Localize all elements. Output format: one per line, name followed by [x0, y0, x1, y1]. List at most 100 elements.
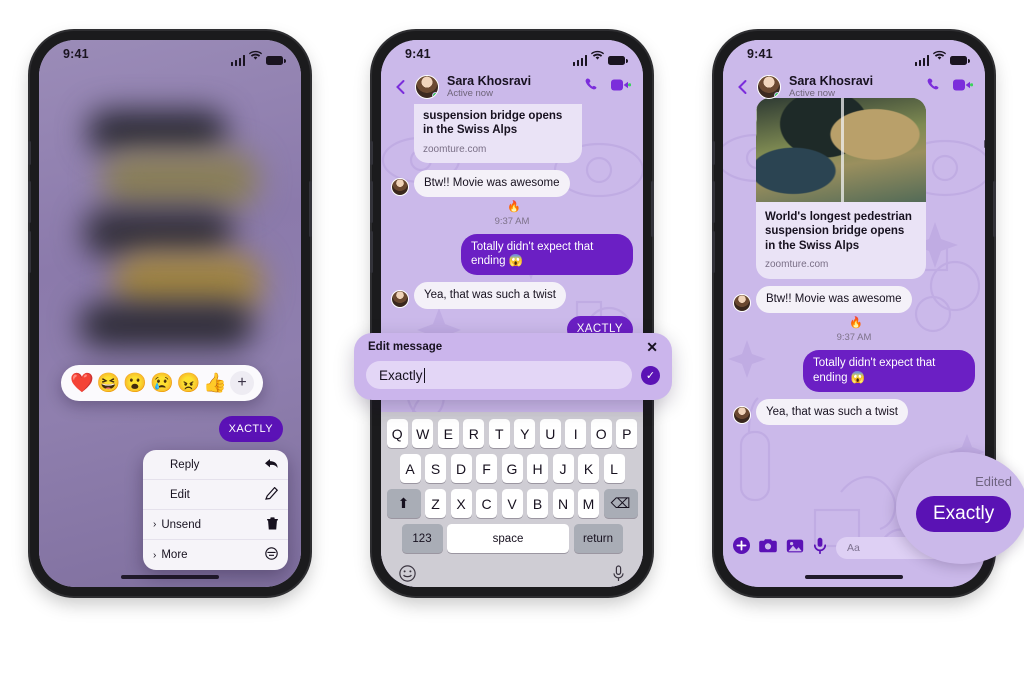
- emoji-face-icon[interactable]: [399, 565, 416, 586]
- key-K[interactable]: K: [578, 454, 599, 483]
- key-Z[interactable]: Z: [425, 489, 446, 518]
- message-row-link-preview[interactable]: suspension bridge opens in the Swiss Alp…: [391, 104, 633, 163]
- crying-emoji[interactable]: 😢: [150, 374, 174, 393]
- phone2-mute-switch[interactable]: [370, 141, 373, 165]
- phone2-volume-up[interactable]: [370, 181, 373, 223]
- edit-message-input[interactable]: Exactly: [366, 361, 632, 389]
- key-P[interactable]: P: [616, 419, 638, 448]
- microphone-icon[interactable]: [612, 565, 625, 586]
- text-caret: [423, 367, 426, 383]
- edit-message-dialog[interactable]: Edit message ✕ Exactly ✓: [354, 333, 672, 400]
- pencil-icon: [264, 486, 279, 503]
- edited-message-bubble[interactable]: Exactly: [916, 496, 1012, 532]
- message-context-menu[interactable]: Reply Edit › Unsend › More: [143, 450, 288, 570]
- phone2-power-button[interactable]: [651, 181, 654, 237]
- message-reaction[interactable]: 🔥: [391, 200, 633, 213]
- numbers-key[interactable]: 123: [401, 524, 443, 553]
- phone3-home-indicator[interactable]: [805, 575, 903, 579]
- phone-icon[interactable]: [584, 77, 600, 98]
- phone1-home-indicator[interactable]: [121, 575, 219, 579]
- video-camera-icon[interactable]: [953, 78, 974, 97]
- check-circle-icon[interactable]: ✓: [641, 365, 660, 385]
- message-row[interactable]: Totally didn't expect that ending 😱: [391, 233, 633, 276]
- close-x-icon[interactable]: ✕: [646, 339, 658, 356]
- key-A[interactable]: A: [399, 454, 421, 483]
- key-O[interactable]: O: [590, 419, 612, 448]
- backspace-icon[interactable]: ⌫: [603, 489, 638, 518]
- contact-avatar[interactable]: [757, 75, 781, 99]
- contact-avatar[interactable]: [415, 75, 439, 99]
- context-menu-item-more[interactable]: › More: [143, 540, 288, 570]
- key-W[interactable]: W: [412, 419, 434, 448]
- phone1-mute-switch[interactable]: [28, 141, 31, 165]
- key-E[interactable]: E: [437, 419, 459, 448]
- key-G[interactable]: G: [501, 454, 523, 483]
- phone3-mute-switch[interactable]: [712, 141, 715, 165]
- reaction-tray[interactable]: ❤️ 😆 😮 😢 😠 👍 +: [61, 365, 264, 401]
- plus-circle-icon[interactable]: [733, 537, 750, 559]
- highlighted-message-bubble[interactable]: XACTLY: [218, 416, 283, 443]
- phone3-volume-up[interactable]: [712, 181, 715, 223]
- key-T[interactable]: T: [488, 419, 510, 448]
- add-reaction-button[interactable]: +: [230, 371, 255, 395]
- key-N[interactable]: N: [552, 489, 574, 518]
- message-row-link-preview[interactable]: World's longest pedestrian suspension br…: [733, 98, 985, 280]
- phone3-power-button[interactable]: [993, 181, 996, 237]
- input-placeholder: Aa: [847, 542, 860, 554]
- key-D[interactable]: D: [450, 454, 472, 483]
- key-B[interactable]: B: [527, 489, 548, 518]
- video-camera-icon[interactable]: [611, 78, 632, 97]
- phone1-volume-up[interactable]: [28, 181, 31, 223]
- phone3-volume-down[interactable]: [712, 231, 715, 273]
- photo-icon[interactable]: [786, 538, 804, 559]
- key-I[interactable]: I: [565, 419, 587, 448]
- context-menu-item-edit[interactable]: Edit: [143, 480, 288, 510]
- message-row[interactable]: Yea, that was such a twist: [733, 398, 975, 426]
- surprised-emoji[interactable]: 😮: [123, 374, 147, 393]
- context-menu-item-unsend[interactable]: › Unsend: [143, 510, 288, 540]
- phone1-volume-down[interactable]: [28, 231, 31, 273]
- phone1-power-button[interactable]: [309, 181, 312, 237]
- key-U[interactable]: U: [539, 419, 561, 448]
- phone-reaction-menu: 9:41 ❤️ 😆 😮 😢 😠 👍 + XACTLY Reply Edit › …: [28, 31, 312, 596]
- chevron-left-icon[interactable]: [393, 79, 409, 95]
- laughing-emoji[interactable]: 😆: [97, 374, 121, 393]
- key-C[interactable]: C: [476, 489, 497, 518]
- message-row[interactable]: Yea, that was such a twist: [391, 282, 633, 309]
- link-preview-card[interactable]: World's longest pedestrian suspension br…: [756, 98, 926, 280]
- space-key[interactable]: space: [447, 524, 569, 553]
- edited-label: Edited: [975, 474, 1012, 489]
- heart-emoji[interactable]: ❤️: [70, 374, 94, 393]
- angry-emoji[interactable]: 😠: [177, 374, 201, 393]
- key-M[interactable]: M: [578, 489, 599, 518]
- key-L[interactable]: L: [603, 454, 625, 483]
- shift-arrow-icon[interactable]: ⬆: [386, 489, 421, 518]
- link-preview-card[interactable]: suspension bridge opens in the Swiss Alp…: [414, 104, 582, 163]
- chevron-left-icon[interactable]: [735, 79, 751, 95]
- avatar: [733, 294, 751, 313]
- return-key[interactable]: return: [573, 524, 623, 553]
- key-H[interactable]: H: [527, 454, 548, 483]
- on-screen-keyboard[interactable]: Q W E R T Y U I O P A S D F G H J K L ⬆ …: [381, 412, 643, 587]
- key-V[interactable]: V: [501, 489, 523, 518]
- key-Y[interactable]: Y: [514, 419, 536, 448]
- microphone-icon[interactable]: [813, 537, 827, 559]
- message-row[interactable]: Btw!! Movie was awesome: [733, 286, 975, 314]
- thumbs-up-emoji[interactable]: 👍: [203, 374, 227, 393]
- status-time: 9:41: [747, 47, 773, 61]
- key-R[interactable]: R: [463, 419, 485, 448]
- message-row[interactable]: Btw!! Movie was awesome: [391, 169, 633, 197]
- key-X[interactable]: X: [450, 489, 472, 518]
- key-S[interactable]: S: [425, 454, 446, 483]
- camera-icon[interactable]: [759, 538, 777, 558]
- phone2-volume-down[interactable]: [370, 231, 373, 273]
- status-time: 9:41: [405, 47, 431, 61]
- share-up-icon[interactable]: [981, 132, 985, 150]
- context-menu-item-reply[interactable]: Reply: [143, 450, 288, 480]
- phone-icon[interactable]: [926, 77, 942, 98]
- key-Q[interactable]: Q: [386, 419, 408, 448]
- message-reaction[interactable]: 🔥: [733, 316, 975, 329]
- key-J[interactable]: J: [552, 454, 574, 483]
- message-row[interactable]: Totally didn't expect that ending 😱: [733, 350, 975, 392]
- key-F[interactable]: F: [476, 454, 497, 483]
